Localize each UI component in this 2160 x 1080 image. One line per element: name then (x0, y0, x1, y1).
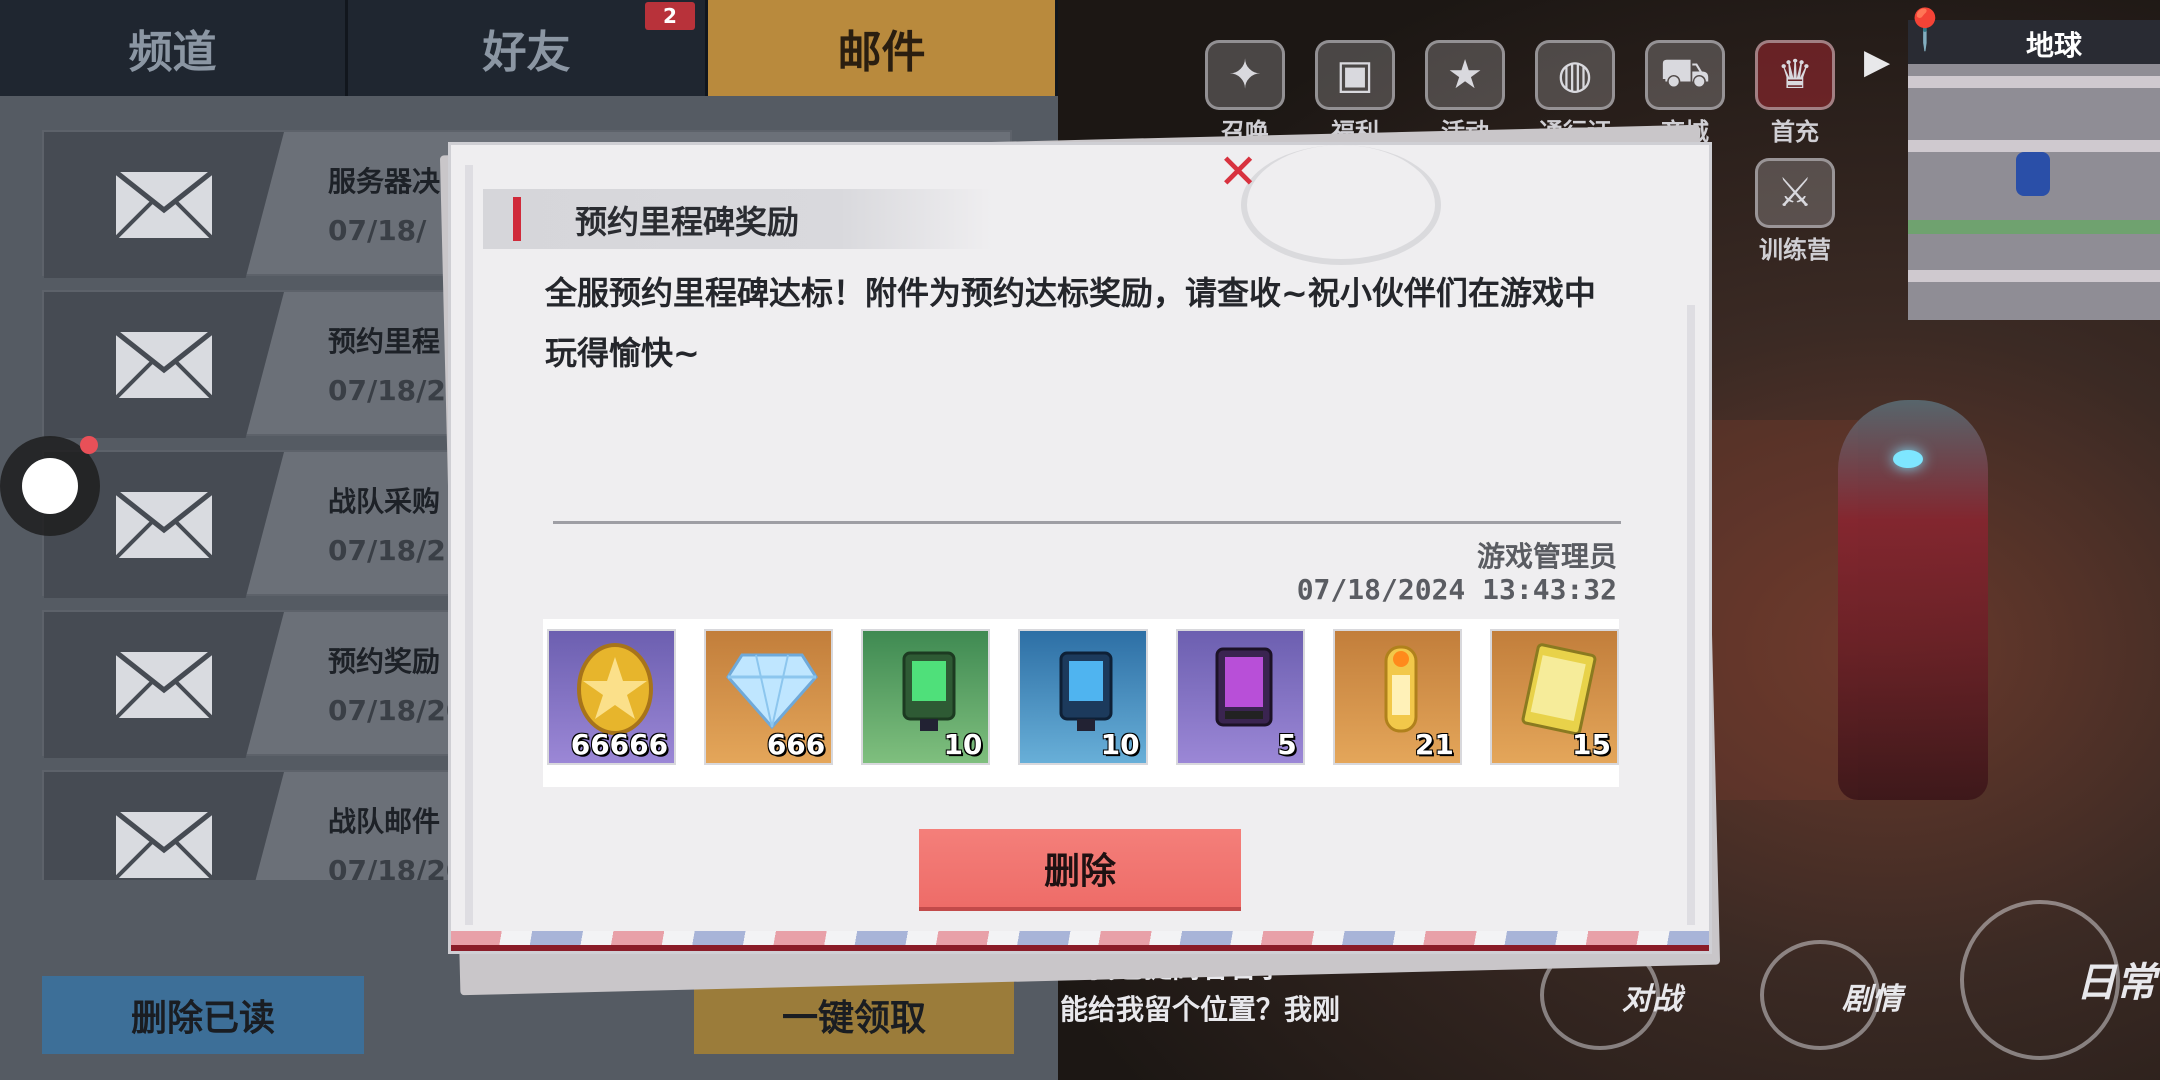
daily-button[interactable]: 日常 (2076, 950, 2156, 1008)
reward-item[interactable]: 21 (1332, 629, 1462, 765)
envelope-icon (44, 292, 284, 438)
mail-body-text: 全服预约里程碑达标！附件为预约达标奖励，请查收~祝小伙伴们在游戏中玩得愉快~ (545, 274, 1596, 372)
map-road (1908, 140, 2160, 152)
reward-item[interactable]: 10 (1018, 629, 1148, 765)
reward-item[interactable]: 15 (1489, 629, 1619, 765)
gold-coin-icon (569, 643, 661, 735)
tab-channel[interactable]: 频道 (0, 0, 348, 96)
blue-card-device-icon (1040, 643, 1132, 735)
delete-read-button[interactable]: 删除已读 (42, 976, 364, 1054)
map-road (1908, 76, 2160, 88)
envelope-icon (44, 132, 284, 278)
summon-icon: ✦ (1205, 40, 1285, 110)
map-road (1908, 270, 2160, 282)
friends-count-badge: 2 (645, 2, 695, 30)
postmark-stamp (1241, 145, 1441, 265)
mail-date: 07/18/20 (328, 854, 466, 880)
reward-item[interactable]: 666 (704, 629, 834, 765)
diamond-icon (726, 643, 819, 735)
training-camp-icon: ⚔ (1755, 158, 1835, 228)
ultraman-purple-card-icon (1198, 643, 1290, 735)
close-icon[interactable]: ✕ (1218, 148, 1258, 196)
minimap-label: 地球 (2026, 29, 2083, 62)
minimap[interactable]: 地球 (1908, 20, 2160, 320)
welfare-chest-icon: ▣ (1315, 40, 1395, 110)
shop-cart-icon: ⛟ (1645, 40, 1725, 110)
map-road (1908, 220, 2160, 234)
pass-planet-icon: ◍ (1535, 40, 1615, 110)
first-recharge-icon: ♛ (1755, 40, 1835, 110)
panel-tabs: 频道 好友 2 邮件 (0, 0, 1058, 96)
reward-item[interactable]: 66666 (547, 629, 677, 765)
mail-date: 07/18/20 (328, 694, 466, 727)
expand-arrow-icon[interactable]: ▶ (1864, 42, 1890, 82)
green-card-device-icon (883, 643, 975, 735)
story-button[interactable]: 剧情 (1842, 974, 1902, 1018)
reward-quantity: 21 (1414, 728, 1454, 761)
menu-training-camp[interactable]: ⚔ 训练营 (1740, 158, 1850, 265)
reward-quantity: 15 (1572, 728, 1611, 761)
versus-button[interactable]: 对战 (1622, 974, 1682, 1018)
tab-mail[interactable]: 邮件 (708, 0, 1058, 96)
reward-quantity: 10 (1100, 728, 1140, 761)
reward-quantity: 66666 (570, 728, 669, 761)
reward-item[interactable]: 5 (1175, 629, 1305, 765)
mail-title: 战队采购 (328, 485, 441, 518)
reward-quantity: 5 (1277, 728, 1297, 761)
menu-label: 训练营 (1759, 236, 1831, 264)
envelope-icon (44, 612, 284, 758)
golden-capsule-icon (1355, 643, 1447, 735)
modal-frame-right (1687, 305, 1695, 925)
event-star-icon: ★ (1425, 40, 1505, 110)
mail-title: 预约奖励 (328, 645, 441, 678)
mail-title: 战队邮件 (328, 805, 441, 838)
mail-timestamp: 07/18/2024 13:43:32 (1296, 573, 1617, 606)
mail-date: 07/18/2 (328, 374, 446, 407)
mail-title: 服务器决 (328, 165, 441, 198)
reward-item[interactable]: 10 (861, 629, 991, 765)
notification-dot (80, 436, 98, 454)
tab-friends[interactable]: 好友 2 (348, 0, 708, 96)
menu-welfare[interactable]: ▣ 福利 (1300, 40, 1410, 147)
virtual-joystick[interactable] (0, 436, 100, 536)
tab-friends-label: 好友 (482, 27, 571, 78)
airmail-border (451, 931, 1709, 951)
menu-label: 首充 (1771, 118, 1819, 146)
mail-detail-modal: 预约里程碑奖励 全服预约里程碑达标！附件为预约达标奖励，请查收~祝小伙伴们在游戏… (448, 142, 1712, 954)
mail-date: 07/18/ (328, 214, 427, 247)
map-pin-icon[interactable]: 📍 (1900, 6, 1950, 53)
chat-line: 能给我留个位置？我刚 (1060, 993, 1341, 1026)
reward-quantity: 666 (766, 728, 826, 761)
reward-quantity: 10 (943, 728, 983, 761)
modal-title: 预约里程碑奖励 (575, 203, 800, 241)
character-color-timer (1893, 450, 1923, 468)
mail-title: 预约里程 (328, 325, 441, 358)
menu-summon[interactable]: ✦ 召唤 (1190, 40, 1300, 147)
joystick-knob[interactable] (22, 458, 78, 514)
modal-divider (553, 521, 1621, 524)
mail-sender: 游戏管理员 (1476, 540, 1617, 573)
delete-mail-button[interactable]: 删除 (919, 829, 1241, 911)
envelope-icon (44, 772, 284, 880)
modal-frame-left (465, 165, 473, 925)
mail-date: 07/18/2 (328, 534, 446, 567)
gold-card-icon (1512, 643, 1604, 735)
modal-title-bar: 预约里程碑奖励 (483, 189, 993, 249)
reward-attachments: 66666 666 10 10 5 21 15 (543, 619, 1619, 787)
menu-first-recharge[interactable]: ♛ 首充 (1740, 40, 1850, 147)
player-marker-icon (2016, 152, 2050, 196)
title-accent (513, 197, 521, 241)
